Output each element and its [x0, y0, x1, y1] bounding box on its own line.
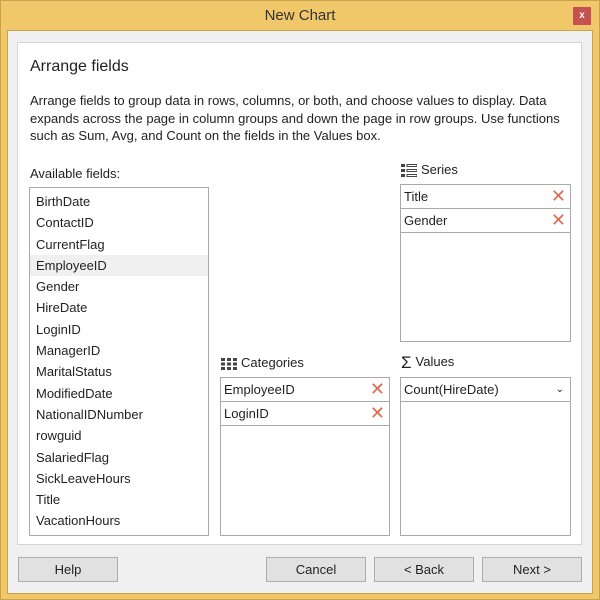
available-field-item[interactable]: ModifiedDate	[30, 383, 208, 404]
values-field-item[interactable]: Count(HireDate) ⌄	[401, 378, 570, 402]
available-field-item[interactable]: Title	[30, 489, 208, 510]
available-field-item[interactable]: ManagerID	[30, 340, 208, 361]
available-field-item[interactable]: HireDate	[30, 297, 208, 318]
values-drop-zone[interactable]: Count(HireDate) ⌄	[400, 377, 571, 536]
categories-drop-zone[interactable]: EmployeeID ✕ LoginID ✕	[220, 377, 390, 536]
available-field-item[interactable]: LoginID	[30, 319, 208, 340]
available-field-item[interactable]: MaritalStatus	[30, 361, 208, 382]
description: Arrange fields to group data in rows, co…	[30, 93, 560, 143]
cancel-button[interactable]: Cancel	[266, 557, 366, 582]
back-button[interactable]: < Back	[374, 557, 474, 582]
available-field-item[interactable]: BirthDate	[30, 191, 208, 212]
sigma-icon: Σ	[401, 352, 412, 372]
page-heading: Arrange fields	[30, 58, 129, 75]
series-list-icon	[401, 164, 417, 178]
remove-icon[interactable]: ✕	[551, 185, 566, 207]
categories-field-item[interactable]: EmployeeID ✕	[221, 378, 389, 402]
field-name: LoginID	[224, 406, 269, 421]
remove-icon[interactable]: ✕	[551, 209, 566, 231]
help-button[interactable]: Help	[18, 557, 118, 582]
chevron-down-icon[interactable]: ⌄	[556, 378, 564, 401]
series-drop-zone[interactable]: Title ✕ Gender ✕	[400, 184, 571, 342]
categories-label: Categories	[221, 355, 304, 370]
series-field-item[interactable]: Gender ✕	[401, 209, 570, 233]
available-field-item[interactable]: VacationHours	[30, 510, 208, 531]
categories-label-text: Categories	[241, 355, 304, 370]
available-fields-list[interactable]: BirthDate ContactID CurrentFlag EmployeeID G…	[29, 187, 209, 536]
available-field-item[interactable]: rowguid	[30, 425, 208, 446]
values-label: Σ Values	[401, 352, 455, 372]
field-name: Gender	[404, 213, 448, 228]
available-field-item[interactable]: SickLeaveHours	[30, 468, 208, 489]
series-label-text: Series	[421, 162, 458, 177]
series-label: Series	[401, 162, 458, 178]
categories-field-item[interactable]: LoginID ✕	[221, 402, 389, 426]
available-field-item[interactable]: EmployeeID	[30, 254, 208, 277]
available-field-item[interactable]: SalariedFlag	[30, 447, 208, 468]
available-fields-label: Available fields:	[30, 166, 121, 181]
series-field-item[interactable]: Title ✕	[401, 185, 570, 209]
available-field-item[interactable]: NationalIDNumber	[30, 404, 208, 425]
field-name: Title	[404, 189, 429, 204]
field-name: Count(HireDate)	[404, 382, 499, 397]
close-button[interactable]: x	[573, 7, 591, 25]
remove-icon[interactable]: ✕	[370, 378, 385, 400]
window-title: New Chart	[264, 7, 336, 24]
available-field-item[interactable]: CurrentFlag	[30, 234, 208, 255]
values-label-text: Values	[415, 354, 455, 369]
remove-icon[interactable]: ✕	[370, 402, 385, 424]
field-name: EmployeeID	[224, 382, 295, 397]
next-button[interactable]: Next >	[482, 557, 582, 582]
available-field-item[interactable]: Gender	[30, 276, 208, 297]
grid-icon	[221, 357, 237, 370]
available-field-item[interactable]: ContactID	[30, 212, 208, 233]
